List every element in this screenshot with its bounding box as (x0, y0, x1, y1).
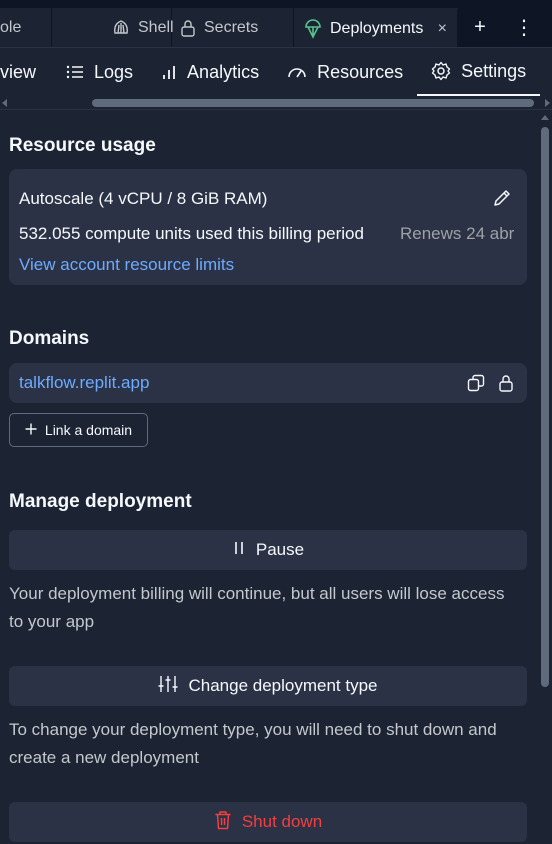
subnav-overview[interactable]: view (0, 48, 56, 96)
add-tab-button[interactable]: + (458, 8, 502, 47)
vertical-scroll-thumb[interactable] (541, 127, 549, 687)
renews-text: Renews 24 abr (400, 224, 515, 243)
deployment-icon (304, 18, 322, 39)
bar-chart-icon (161, 64, 177, 80)
change-deployment-description: To change your deployment type, you will… (9, 720, 497, 767)
horizontal-scroll-thumb[interactable] (92, 99, 534, 107)
compute-usage-text: 532.055 compute units used this billing … (19, 224, 364, 243)
copy-icon[interactable] (465, 372, 487, 394)
link-domain-label: Link a domain (44, 422, 133, 438)
horizontal-scrollbar[interactable] (0, 96, 552, 110)
scroll-up-arrow-icon[interactable] (541, 115, 549, 120)
resource-usage-card: Autoscale (4 vCPU / 8 GiB RAM) 532.055 c… (9, 169, 527, 285)
scroll-left-arrow-icon[interactable] (2, 99, 7, 107)
trash-icon (214, 810, 232, 835)
subnav-analytics[interactable]: Analytics (147, 48, 273, 96)
tab-secrets-label: Secrets (204, 18, 259, 36)
gear-icon (431, 61, 451, 81)
shut-down-label: Shut down (241, 812, 323, 831)
manage-deployment-heading: Manage deployment (9, 491, 192, 512)
shut-down-button[interactable]: Shut down (9, 802, 527, 842)
pause-button[interactable]: Pause (9, 530, 527, 570)
tab-bar: ole Shell Secrets Deployments × + ⋮ (0, 8, 552, 48)
pause-description: Your deployment billing will continue, b… (9, 584, 505, 631)
more-options-icon[interactable]: ⋮ (502, 8, 546, 47)
pause-icon (232, 540, 246, 561)
tab-deployments[interactable]: Deployments × (294, 8, 458, 47)
tab-shell-label: Shell (138, 18, 174, 36)
subnav-resources[interactable]: Resources (273, 48, 417, 96)
tab-console[interactable]: ole (0, 8, 52, 47)
subnav-overview-label: view (0, 61, 37, 82)
subnav-settings-label: Settings (461, 60, 527, 81)
shell-icon (112, 19, 130, 37)
tab-secrets[interactable]: Secrets (172, 8, 294, 47)
domain-link[interactable]: talkflow.replit.app (19, 373, 149, 393)
lock-icon (495, 372, 517, 394)
subnav-resources-label: Resources (317, 61, 404, 82)
sliders-icon (158, 675, 178, 698)
subnav-logs-label: Logs (94, 61, 134, 82)
edit-pencil-icon[interactable] (491, 187, 513, 209)
scroll-right-arrow-icon[interactable] (545, 99, 550, 107)
list-icon (66, 65, 84, 79)
pause-label: Pause (255, 540, 305, 559)
subnav-analytics-label: Analytics (187, 61, 260, 82)
settings-panel: Resource usage Autoscale (4 vCPU / 8 GiB… (0, 111, 538, 844)
change-deployment-type-label: Change deployment type (188, 676, 378, 695)
domain-row: talkflow.replit.app (9, 363, 527, 403)
plan-label: Autoscale (4 vCPU / 8 GiB RAM) (19, 189, 268, 208)
domains-heading: Domains (9, 328, 90, 349)
top-strip (0, 0, 552, 8)
vertical-scrollbar[interactable] (538, 111, 552, 844)
view-resource-limits-link[interactable]: View account resource limits (19, 255, 234, 275)
tab-deployments-label: Deployments (330, 19, 424, 37)
gauge-icon (287, 64, 307, 80)
change-deployment-type-button[interactable]: Change deployment type (9, 666, 527, 706)
close-tab-icon[interactable]: × (438, 20, 447, 38)
lock-icon (180, 19, 196, 37)
subnav-logs[interactable]: Logs (56, 48, 147, 96)
deployment-subnav: view Logs Analytics Resources Settings (0, 48, 552, 96)
link-domain-button[interactable]: Link a domain (9, 413, 148, 447)
resource-usage-heading: Resource usage (9, 135, 156, 156)
tab-console-label: ole (0, 18, 22, 36)
subnav-settings[interactable]: Settings (417, 48, 541, 96)
tab-shell[interactable]: Shell (52, 8, 174, 47)
plus-icon (25, 422, 37, 438)
